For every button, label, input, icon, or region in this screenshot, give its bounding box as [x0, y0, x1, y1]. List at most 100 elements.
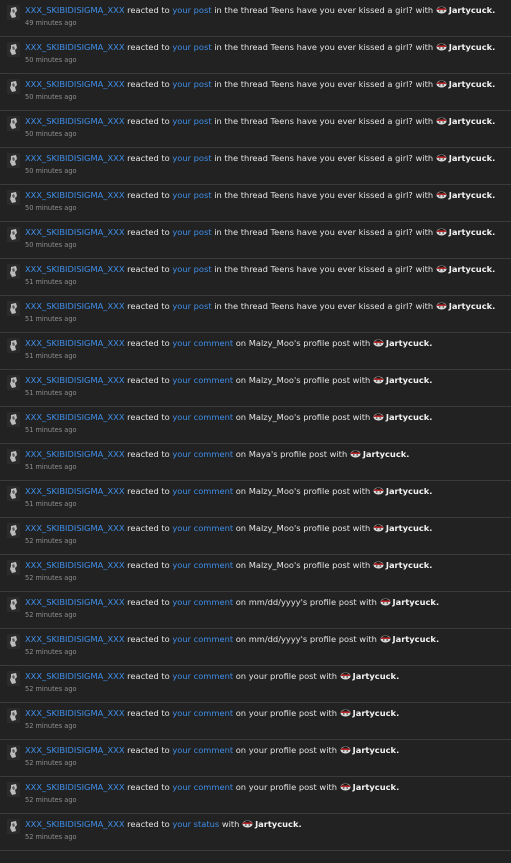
context-text: on your profile post [235, 671, 317, 681]
username-link[interactable]: XXX_SKIBIDISIGMA_XXX [25, 671, 125, 681]
target-link[interactable]: your comment [172, 671, 233, 681]
notification-item[interactable]: XXX_SKIBIDISIGMA_XXX reacted to your pos… [0, 74, 511, 111]
reaction-name: Jartycuck. [385, 375, 433, 385]
username-link[interactable]: XXX_SKIBIDISIGMA_XXX [25, 634, 125, 644]
avatar-icon[interactable] [7, 560, 20, 575]
username-link[interactable]: XXX_SKIBIDISIGMA_XXX [25, 745, 125, 755]
reacted-to-text: reacted to [127, 375, 170, 385]
avatar-icon[interactable] [7, 116, 20, 131]
target-link[interactable]: your post [172, 5, 211, 15]
notification-item[interactable]: XXX_SKIBIDISIGMA_XXX reacted to your com… [0, 703, 511, 740]
username-link[interactable]: XXX_SKIBIDISIGMA_XXX [25, 375, 125, 385]
notification-item[interactable]: XXX_SKIBIDISIGMA_XXX reacted to your sta… [0, 814, 511, 851]
notification-item[interactable]: XXX_SKIBIDISIGMA_XXX reacted to your com… [0, 592, 511, 629]
avatar-icon[interactable] [7, 523, 20, 538]
notification-item[interactable]: XXX_SKIBIDISIGMA_XXX reacted to your pos… [0, 259, 511, 296]
reacted-to-text: reacted to [127, 708, 170, 718]
username-link[interactable]: XXX_SKIBIDISIGMA_XXX [25, 449, 125, 459]
notification-text: XXX_SKIBIDISIGMA_XXX reacted to your com… [25, 633, 439, 645]
target-link[interactable]: your status [172, 819, 219, 829]
notification-item[interactable]: XXX_SKIBIDISIGMA_XXX reacted to your com… [0, 481, 511, 518]
target-link[interactable]: your comment [172, 449, 233, 459]
target-link[interactable]: your post [172, 42, 211, 52]
reaction-name: Jartycuck. [448, 79, 496, 89]
username-link[interactable]: XXX_SKIBIDISIGMA_XXX [25, 412, 125, 422]
notification-item[interactable]: XXX_SKIBIDISIGMA_XXX reacted to your pos… [0, 0, 511, 37]
username-link[interactable]: XXX_SKIBIDISIGMA_XXX [25, 116, 125, 126]
avatar-icon[interactable] [7, 708, 20, 723]
username-link[interactable]: XXX_SKIBIDISIGMA_XXX [25, 819, 125, 829]
avatar-icon[interactable] [7, 597, 20, 612]
username-link[interactable]: XXX_SKIBIDISIGMA_XXX [25, 523, 125, 533]
notification-item[interactable]: XXX_SKIBIDISIGMA_XXX reacted to your com… [0, 370, 511, 407]
notification-item[interactable]: XXX_SKIBIDISIGMA_XXX reacted to your pos… [0, 185, 511, 222]
target-link[interactable]: your comment [172, 745, 233, 755]
target-link[interactable]: your comment [172, 486, 233, 496]
avatar-icon[interactable] [7, 301, 20, 316]
avatar-icon[interactable] [7, 5, 20, 20]
avatar-icon[interactable] [7, 190, 20, 205]
notification-item[interactable]: XXX_SKIBIDISIGMA_XXX reacted to your com… [0, 629, 511, 666]
avatar-icon[interactable] [7, 819, 20, 834]
notification-item[interactable]: XXX_SKIBIDISIGMA_XXX reacted to your com… [0, 518, 511, 555]
notification-item[interactable]: XXX_SKIBIDISIGMA_XXX reacted to your com… [0, 407, 511, 444]
avatar-icon[interactable] [7, 782, 20, 797]
username-link[interactable]: XXX_SKIBIDISIGMA_XXX [25, 5, 125, 15]
username-link[interactable]: XXX_SKIBIDISIGMA_XXX [25, 560, 125, 570]
notification-item[interactable]: XXX_SKIBIDISIGMA_XXX reacted to your com… [0, 777, 511, 814]
avatar-icon[interactable] [7, 153, 20, 168]
notification-item[interactable]: XXX_SKIBIDISIGMA_XXX reacted to your pos… [0, 37, 511, 74]
username-link[interactable]: XXX_SKIBIDISIGMA_XXX [25, 708, 125, 718]
username-link[interactable]: XXX_SKIBIDISIGMA_XXX [25, 782, 125, 792]
username-link[interactable]: XXX_SKIBIDISIGMA_XXX [25, 301, 125, 311]
avatar-icon[interactable] [7, 671, 20, 686]
avatar-icon[interactable] [7, 264, 20, 279]
avatar-icon[interactable] [7, 42, 20, 57]
username-link[interactable]: XXX_SKIBIDISIGMA_XXX [25, 42, 125, 52]
target-link[interactable]: your comment [172, 412, 233, 422]
target-link[interactable]: your comment [172, 634, 233, 644]
target-link[interactable]: your comment [172, 338, 233, 348]
username-link[interactable]: XXX_SKIBIDISIGMA_XXX [25, 79, 125, 89]
avatar-icon[interactable] [7, 745, 20, 760]
notification-item[interactable]: XXX_SKIBIDISIGMA_XXX reacted to your com… [0, 666, 511, 703]
notification-item[interactable]: XXX_SKIBIDISIGMA_XXX reacted to your com… [0, 740, 511, 777]
notification-item[interactable]: XXX_SKIBIDISIGMA_XXX reacted to your pos… [0, 296, 511, 333]
notification-item[interactable]: XXX_SKIBIDISIGMA_XXX reacted to your com… [0, 333, 511, 370]
username-link[interactable]: XXX_SKIBIDISIGMA_XXX [25, 486, 125, 496]
target-link[interactable]: your comment [172, 708, 233, 718]
avatar-icon[interactable] [7, 412, 20, 427]
notification-item[interactable]: XXX_SKIBIDISIGMA_XXX reacted to your pos… [0, 148, 511, 185]
notification-item[interactable]: XXX_SKIBIDISIGMA_XXX reacted to your com… [0, 444, 511, 481]
target-link[interactable]: your post [172, 227, 211, 237]
target-link[interactable]: your comment [172, 523, 233, 533]
username-link[interactable]: XXX_SKIBIDISIGMA_XXX [25, 153, 125, 163]
target-link[interactable]: your comment [172, 597, 233, 607]
username-link[interactable]: XXX_SKIBIDISIGMA_XXX [25, 190, 125, 200]
target-link[interactable]: your post [172, 301, 211, 311]
target-link[interactable]: your comment [172, 375, 233, 385]
target-link[interactable]: your comment [172, 782, 233, 792]
target-link[interactable]: your post [172, 116, 211, 126]
target-link[interactable]: your post [172, 264, 211, 274]
avatar-icon[interactable] [7, 634, 20, 649]
notification-item[interactable]: XXX_SKIBIDISIGMA_XXX reacted to your pos… [0, 111, 511, 148]
username-link[interactable]: XXX_SKIBIDISIGMA_XXX [25, 597, 125, 607]
username-link[interactable]: XXX_SKIBIDISIGMA_XXX [25, 227, 125, 237]
username-link[interactable]: XXX_SKIBIDISIGMA_XXX [25, 264, 125, 274]
target-link[interactable]: your comment [172, 560, 233, 570]
target-link[interactable]: your post [172, 190, 211, 200]
avatar-icon[interactable] [7, 375, 20, 390]
avatar-icon[interactable] [7, 449, 20, 464]
target-link[interactable]: your post [172, 79, 211, 89]
avatar-icon[interactable] [7, 486, 20, 501]
notification-item[interactable]: XXX_SKIBIDISIGMA_XXX reacted to your pos… [0, 222, 511, 259]
reaction-name: Jartycuck. [385, 338, 433, 348]
reaction-name: Jartycuck. [385, 486, 433, 496]
notification-item[interactable]: XXX_SKIBIDISIGMA_XXX reacted to your com… [0, 555, 511, 592]
username-link[interactable]: XXX_SKIBIDISIGMA_XXX [25, 338, 125, 348]
avatar-icon[interactable] [7, 227, 20, 242]
target-link[interactable]: your post [172, 153, 211, 163]
avatar-icon[interactable] [7, 79, 20, 94]
avatar-icon[interactable] [7, 338, 20, 353]
